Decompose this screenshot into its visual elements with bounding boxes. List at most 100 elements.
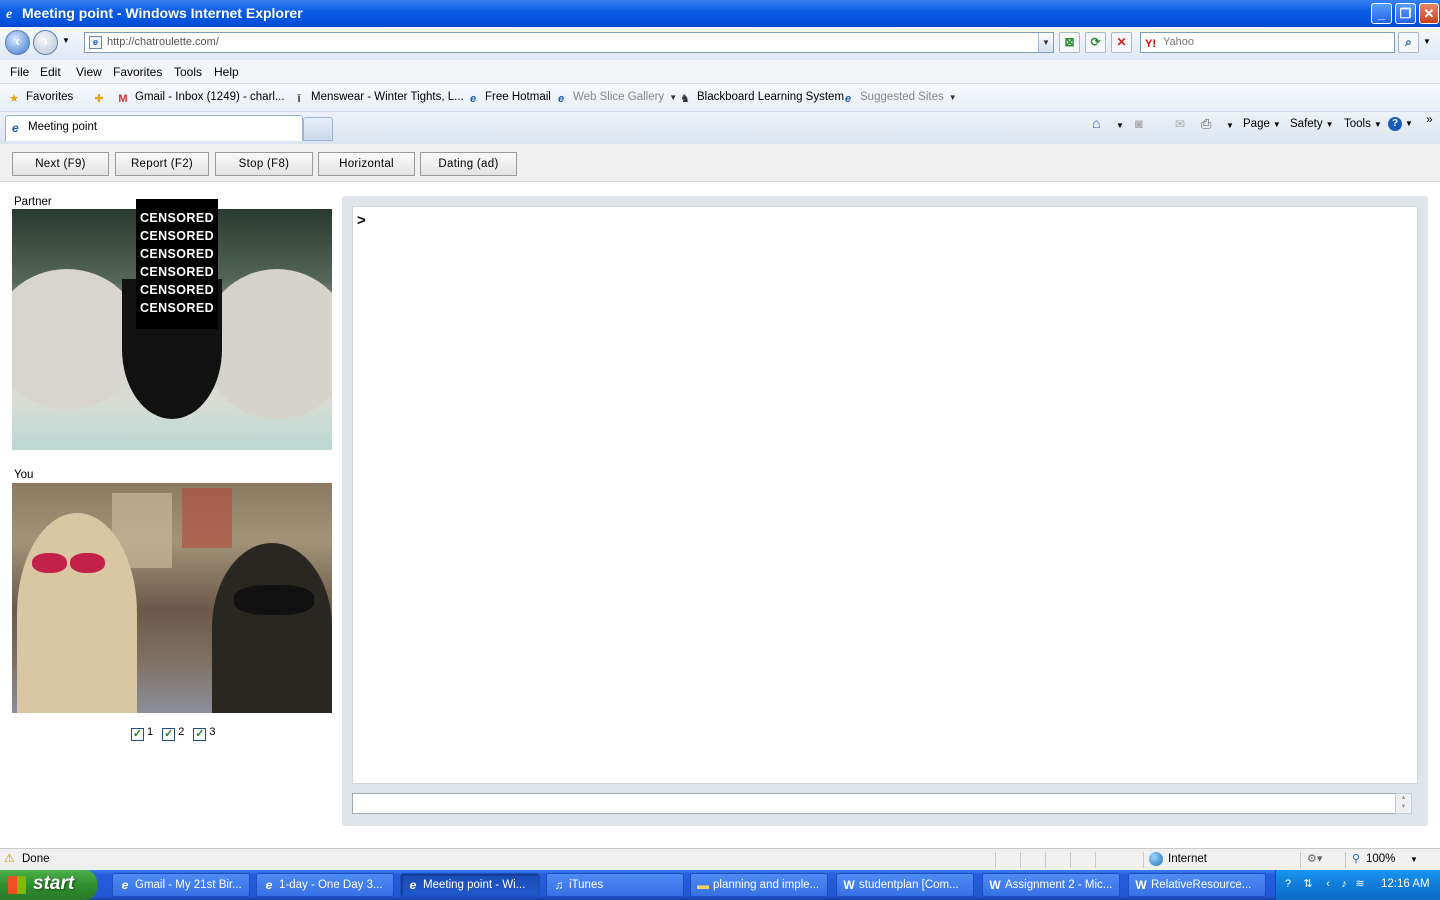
folder-icon: ▬ <box>697 878 709 892</box>
search-input[interactable]: Y! Yahoo <box>1140 32 1395 53</box>
page-menu-label: Page <box>1243 118 1270 130</box>
feeds-icon[interactable]: ◙ <box>1135 116 1143 131</box>
video-shape <box>212 543 332 713</box>
favorite-item-blackboard[interactable]: ♞ Blackboard Learning System <box>678 91 844 106</box>
blackboard-icon: ♞ <box>680 93 690 105</box>
back-button[interactable]: ‹ <box>5 30 30 55</box>
volume-icon[interactable]: ♪ <box>1338 878 1350 891</box>
search-options-icon[interactable]: ▼ <box>1423 37 1431 46</box>
favorite-item-suggested-sites[interactable]: e Suggested Sites ▼ <box>841 91 957 106</box>
video-shape <box>32 553 67 573</box>
taskbar-item-relativeresource[interactable]: W RelativeResource... <box>1128 873 1266 897</box>
print-dropdown-icon[interactable]: ▼ <box>1226 121 1234 130</box>
safety-menu[interactable]: Safety ▼ <box>1290 118 1334 130</box>
word-icon: W <box>989 878 1001 892</box>
menu-file[interactable]: File <box>10 65 29 79</box>
favorite-item-hotmail[interactable]: e Free Hotmail <box>466 91 551 106</box>
print-icon[interactable]: ⎙ <box>1201 116 1211 132</box>
home-dropdown-icon[interactable]: ▼ <box>1116 121 1124 130</box>
add-favorite-button[interactable]: ✚ <box>92 91 111 106</box>
zoom-level[interactable]: 100% <box>1366 853 1395 865</box>
wireless-icon[interactable]: ≋ <box>1354 878 1366 891</box>
help-tray-icon[interactable]: ? <box>1282 878 1294 891</box>
taskbar-item-studentplan[interactable]: Wstudentplan [Com... <box>836 873 974 897</box>
chevron-down-icon: ▼ <box>1325 120 1334 129</box>
svg-text:e: e <box>6 7 12 20</box>
chevron-more-icon[interactable]: » <box>1426 112 1433 126</box>
minimize-button[interactable]: _ <box>1371 3 1392 24</box>
forward-button[interactable]: › <box>33 30 58 55</box>
network-tray-icon[interactable]: ⇅ <box>1302 878 1314 891</box>
stop-icon[interactable]: ✕ <box>1111 32 1132 53</box>
checkbox-label: 1 <box>147 726 154 738</box>
chat-log[interactable]: > <box>352 206 1418 784</box>
chevron-left-icon[interactable]: ‹ <box>1322 878 1334 891</box>
taskbar-item-gmail[interactable]: e Gmail - My 21st Bir... <box>112 873 250 897</box>
search-icon[interactable]: ⌕ <box>1398 32 1419 53</box>
checkbox-3[interactable]: ✓ <box>193 728 207 741</box>
taskbar-item-meeting-point[interactable]: e Meeting point - Wi... <box>400 873 540 897</box>
checkbox-2[interactable]: ✓ <box>162 728 176 741</box>
clock: 12:16 AM <box>1381 878 1430 890</box>
window-title: Meeting point - Windows Internet Explore… <box>22 5 303 21</box>
checkbox-label: 2 <box>178 726 185 738</box>
chat-input-scrollbar[interactable]: ▲ ▼ <box>1395 793 1412 814</box>
maximize-button[interactable]: ❐ <box>1395 3 1416 24</box>
tab-meeting-point[interactable]: e Meeting point <box>5 115 303 141</box>
favorite-item-gmail[interactable]: M Gmail - Inbox (1249) - charl... <box>116 91 285 106</box>
menu-favorites[interactable]: Favorites <box>113 65 162 79</box>
home-icon[interactable]: ⌂ <box>1092 115 1100 131</box>
task-label: planning and imple... <box>713 879 820 891</box>
mail-icon[interactable]: ✉ <box>1175 117 1185 131</box>
control-bar: Next (F9) Report (F2) Stop (F8) Horizont… <box>0 144 1440 182</box>
gmail-icon: M <box>118 93 128 105</box>
favorites-button[interactable]: ★ Favorites <box>7 91 73 106</box>
horizontal-button[interactable]: Horizontal <box>318 152 415 176</box>
security-zone[interactable]: Internet <box>1168 853 1207 865</box>
chat-input[interactable] <box>352 793 1405 814</box>
compatibility-view-button[interactable]: ⊠ <box>1059 32 1080 53</box>
taskbar-item-one-day[interactable]: e 1-day - One Day 3... <box>256 873 394 897</box>
windows-logo-icon <box>8 876 26 894</box>
self-video <box>12 483 332 713</box>
close-button[interactable]: ✕ <box>1419 3 1439 24</box>
warning-icon: ⚠ <box>4 851 15 865</box>
status-text: Done <box>22 853 50 865</box>
menu-help[interactable]: Help <box>214 65 239 79</box>
page-menu[interactable]: Page ▼ <box>1243 118 1281 130</box>
help-icon: ? <box>1388 117 1402 131</box>
taskbar-item-assignment[interactable]: W Assignment 2 - Mic... <box>982 873 1120 897</box>
censor-block: CENSORED CENSORED CENSORED CENSORED CENS… <box>136 199 218 329</box>
favorite-item-web-slice-gallery[interactable]: e Web Slice Gallery ▼ <box>554 91 677 106</box>
address-bar[interactable]: e http://chatroulette.com/ ▼ <box>84 32 1054 53</box>
menu-view[interactable]: View <box>76 65 102 79</box>
menu-tools[interactable]: Tools <box>174 65 202 79</box>
ie-icon: e <box>265 878 273 892</box>
censor-text: CENSORED <box>139 247 215 261</box>
address-dropdown-icon[interactable]: ▼ <box>1038 33 1053 52</box>
menu-edit[interactable]: Edit <box>40 65 61 79</box>
star-icon: ★ <box>9 93 19 105</box>
yahoo-icon: Y! <box>1145 38 1156 50</box>
start-button[interactable]: start <box>0 870 97 900</box>
refresh-button[interactable]: ⟳ <box>1085 32 1106 53</box>
you-label: You <box>14 469 34 481</box>
dating-button[interactable]: Dating (ad) <box>420 152 517 176</box>
tools-menu[interactable]: Tools ▼ <box>1344 118 1382 130</box>
new-tab-button[interactable] <box>303 117 333 141</box>
taskbar-item-itunes[interactable]: ♫ iTunes <box>546 873 684 897</box>
next-button[interactable]: Next (F9) <box>12 152 109 176</box>
checkbox-1[interactable]: ✓ <box>131 728 144 741</box>
favorite-label: Gmail - Inbox (1249) - charl... <box>135 91 285 103</box>
taskbar-item-planning[interactable]: ▬ planning and imple... <box>690 873 828 897</box>
stop-button[interactable]: Stop (F8) <box>215 152 313 176</box>
window-titlebar: e Meeting point - Windows Internet Explo… <box>0 0 1440 27</box>
censor-text: CENSORED <box>139 211 215 225</box>
help-menu[interactable]: ? ▼ <box>1388 117 1413 131</box>
favorite-item-menswear[interactable]: ǐ Menswear - Winter Tights, L... <box>292 91 463 106</box>
protected-mode-icon[interactable]: ⚙▾ <box>1307 852 1322 865</box>
zoom-dropdown-icon[interactable]: ▼ <box>1410 855 1418 864</box>
history-dropdown-icon[interactable]: ▼ <box>62 36 70 45</box>
start-label: start <box>33 873 75 894</box>
report-button[interactable]: Report (F2) <box>115 152 209 176</box>
